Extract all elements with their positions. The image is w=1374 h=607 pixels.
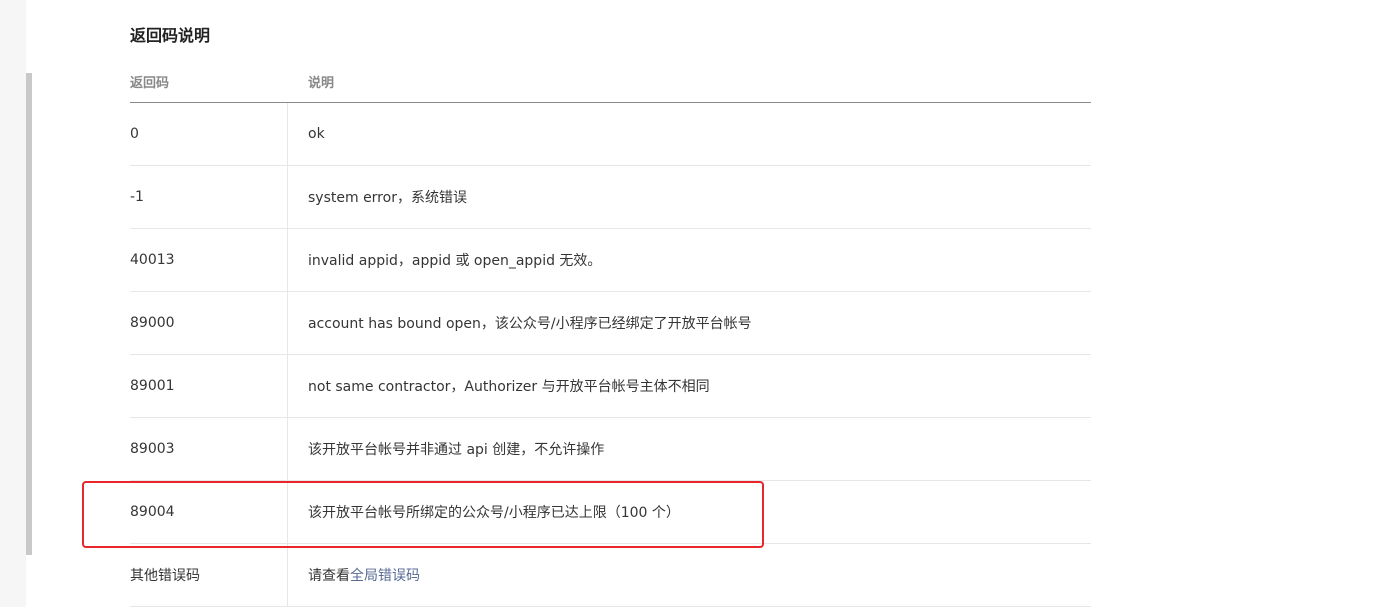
- left-panel-strip: [0, 0, 26, 607]
- table-row: 其他错误码 请查看 全局错误码: [130, 544, 1091, 607]
- code-cell: 40013: [130, 229, 288, 291]
- table-row: 40013 invalid appid，appid 或 open_appid 无…: [130, 229, 1091, 292]
- code-cell: -1: [130, 166, 288, 228]
- desc-cell: system error，系统错误: [308, 190, 467, 206]
- global-error-code-link[interactable]: 全局错误码: [350, 565, 420, 585]
- desc-cell: invalid appid，appid 或 open_appid 无效。: [308, 253, 602, 269]
- table-row: 89003 该开放平台帐号并非通过 api 创建，不允许操作: [130, 418, 1091, 481]
- return-code-table: 返回码 说明 0 ok -1 system error，系统错误 40013 i…: [130, 60, 1091, 607]
- desc-cell: ok: [308, 126, 325, 142]
- code-cell: 0: [130, 103, 288, 165]
- code-cell: 89001: [130, 355, 288, 417]
- desc-cell: 请查看 全局错误码: [308, 544, 1091, 606]
- table-row: 89004 该开放平台帐号所绑定的公众号/小程序已达上限（100 个）: [130, 481, 1091, 544]
- table-row: 0 ok: [130, 103, 1091, 166]
- table-row: 89001 not same contractor，Authorizer 与开放…: [130, 355, 1091, 418]
- desc-cell: account has bound open，该公众号/小程序已经绑定了开放平台…: [308, 316, 752, 332]
- table-header: 返回码 说明: [130, 60, 1091, 103]
- code-cell: 89004: [130, 481, 288, 543]
- section-title: 返回码说明: [130, 26, 211, 45]
- code-cell: 89000: [130, 292, 288, 354]
- table-row: -1 system error，系统错误: [130, 166, 1091, 229]
- code-cell: 89003: [130, 418, 288, 480]
- desc-prefix: 请查看: [308, 568, 350, 584]
- desc-cell: 该开放平台帐号并非通过 api 创建，不允许操作: [308, 442, 605, 458]
- code-cell: 其他错误码: [130, 544, 288, 606]
- scrollbar[interactable]: [26, 73, 32, 555]
- desc-cell: not same contractor，Authorizer 与开放平台帐号主体…: [308, 379, 710, 395]
- header-code: 返回码: [130, 75, 170, 91]
- desc-cell: 该开放平台帐号所绑定的公众号/小程序已达上限（100 个）: [308, 505, 680, 521]
- header-desc: 说明: [308, 75, 335, 91]
- table-row: 89000 account has bound open，该公众号/小程序已经绑…: [130, 292, 1091, 355]
